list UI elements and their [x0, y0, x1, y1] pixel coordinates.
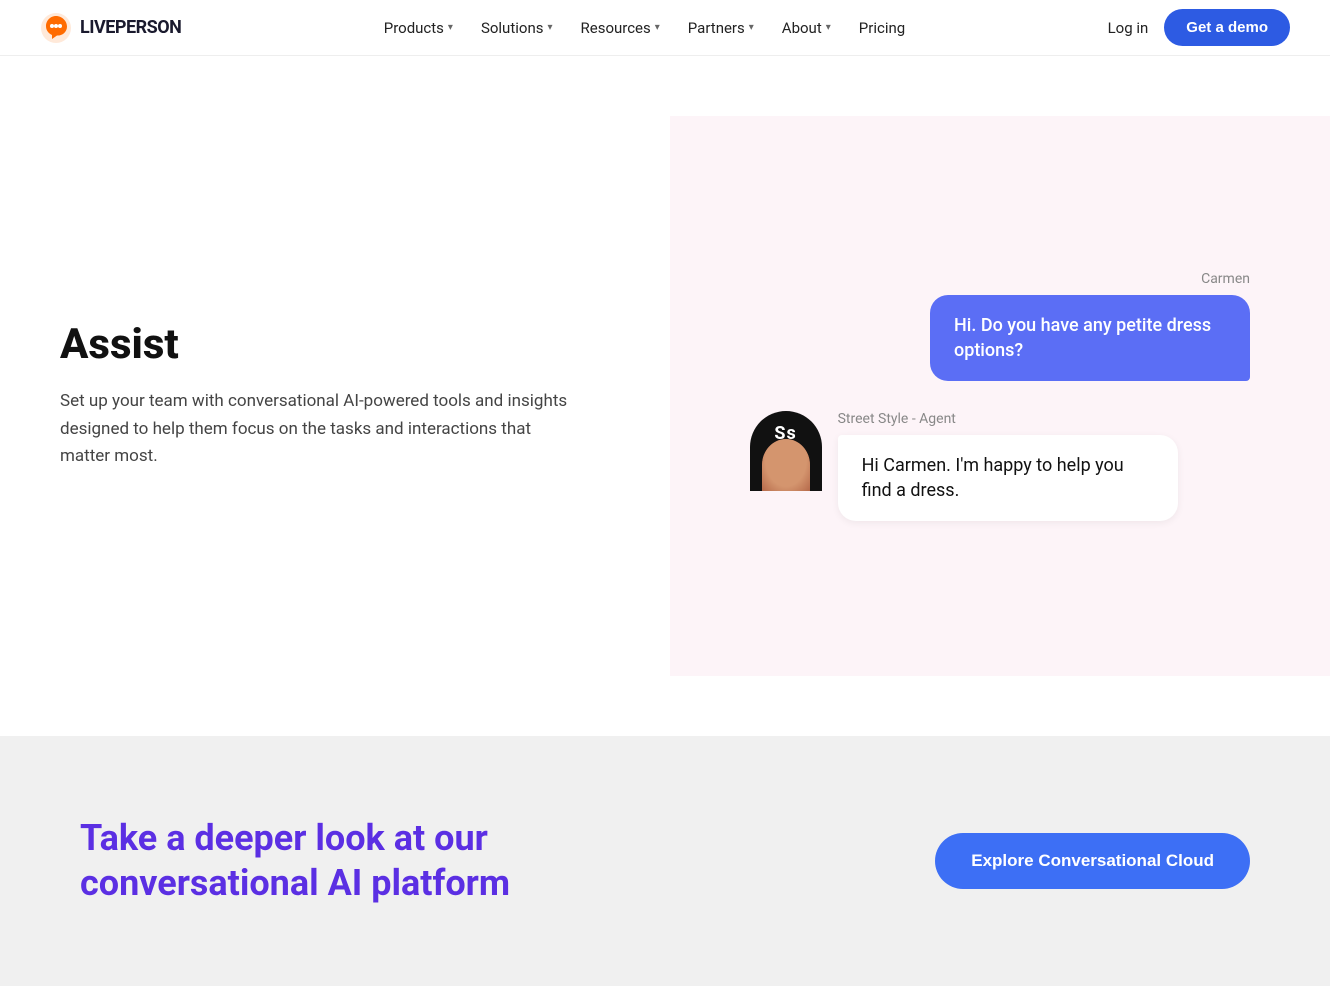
nav-products[interactable]: Products ▾: [372, 11, 465, 45]
nav-links: Products ▾ Solutions ▾ Resources ▾ Partn…: [372, 11, 917, 45]
nav-solutions[interactable]: Solutions ▾: [469, 11, 565, 45]
agent-name-label: Street Style - Agent: [838, 411, 1250, 427]
agent-photo: [762, 439, 810, 491]
explore-cloud-button[interactable]: Explore Conversational Cloud: [935, 833, 1250, 889]
main-section: Assist Set up your team with conversatio…: [0, 56, 1330, 736]
nav-pricing[interactable]: Pricing: [847, 11, 917, 45]
section-title: Assist: [60, 322, 630, 368]
nav-resources[interactable]: Resources ▾: [569, 11, 672, 45]
nav-actions: Log in Get a demo: [1108, 9, 1290, 46]
get-demo-button[interactable]: Get a demo: [1164, 9, 1290, 46]
liveperson-logo-icon: [40, 12, 72, 44]
logo[interactable]: LIVEPERSON: [40, 12, 181, 44]
user-message-bubble: Hi. Do you have any petite dress options…: [930, 295, 1250, 381]
nav-partners[interactable]: Partners ▾: [676, 11, 766, 45]
cta-headline: Take a deeper look at our conversational…: [80, 816, 620, 906]
logo-text: LIVEPERSON: [80, 17, 181, 38]
section-description: Set up your team with conversational AI-…: [60, 388, 580, 470]
chevron-down-icon: ▾: [547, 22, 552, 33]
user-name-label: Carmen: [750, 271, 1250, 287]
chevron-down-icon: ▾: [749, 22, 754, 33]
agent-avatar: Ss: [750, 411, 822, 491]
left-content: Assist Set up your team with conversatio…: [60, 322, 670, 470]
main-nav: LIVEPERSON Products ▾ Solutions ▾ Resour…: [0, 0, 1330, 56]
agent-message-bubble: Hi Carmen. I'm happy to help you find a …: [838, 435, 1178, 521]
nav-about[interactable]: About ▾: [770, 11, 843, 45]
chat-panel: Carmen Hi. Do you have any petite dress …: [670, 116, 1330, 676]
chevron-down-icon: ▾: [826, 22, 831, 33]
login-link[interactable]: Log in: [1108, 19, 1149, 37]
agent-face-graphic: [762, 439, 810, 491]
chevron-down-icon: ▾: [655, 22, 660, 33]
agent-row: Ss Street Style - Agent Hi Carmen. I'm h…: [750, 411, 1250, 521]
chevron-down-icon: ▾: [448, 22, 453, 33]
agent-avatar-background: Ss: [750, 411, 822, 491]
cta-section: Take a deeper look at our conversational…: [0, 736, 1330, 986]
agent-chat-content: Street Style - Agent Hi Carmen. I'm happ…: [838, 411, 1250, 521]
